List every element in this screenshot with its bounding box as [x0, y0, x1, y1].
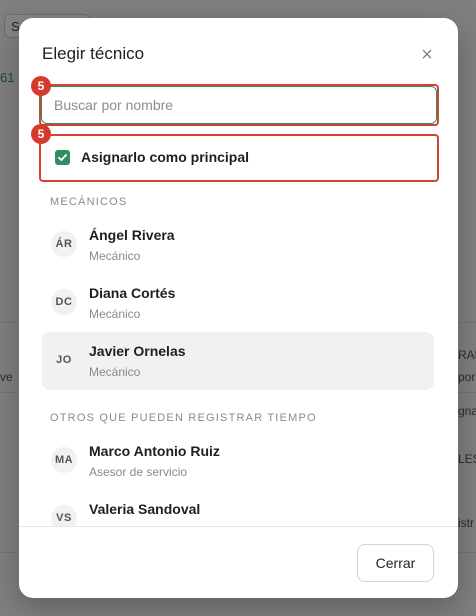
search-field-wrapper	[41, 86, 437, 124]
search-input[interactable]	[41, 86, 437, 124]
avatar: JO	[51, 347, 77, 373]
technician-row[interactable]: ÁR Ángel Rivera Mecánico	[42, 216, 434, 274]
close-icon[interactable]: ×	[414, 42, 440, 68]
principal-checkbox[interactable]	[55, 149, 70, 165]
avatar: MA	[51, 447, 77, 473]
technician-row[interactable]: DC Diana Cortés Mecánico	[42, 274, 434, 332]
footer-divider	[19, 526, 458, 527]
principal-checkbox-label: Asignarlo como principal	[81, 149, 250, 165]
technician-list: MECÁNICOS ÁR Ángel Rivera Mecánico DC Di…	[19, 186, 458, 526]
technician-role: Mecánico	[89, 249, 141, 263]
step-badge: 5	[31, 76, 51, 96]
technician-row-selected[interactable]: JO Javier Ornelas Mecánico	[42, 332, 434, 390]
technician-picker-modal: Elegir técnico × 5 Asignarlo como princi…	[19, 18, 458, 598]
technician-row[interactable]: MA Marco Antonio Ruiz Asesor de servicio	[42, 432, 434, 490]
technician-role: Mecánico	[89, 365, 141, 379]
modal-header: Elegir técnico ×	[19, 18, 458, 88]
modal-title: Elegir técnico	[42, 44, 145, 63]
avatar: DC	[51, 289, 77, 315]
technician-name: Ángel Rivera	[89, 227, 175, 243]
technician-name: Diana Cortés	[89, 285, 176, 301]
step-badge: 5	[31, 124, 51, 144]
technician-role: Asesor de servicio	[89, 465, 188, 479]
check-icon	[58, 153, 67, 161]
section-label-otros: OTROS QUE PUEDEN REGISTRAR TIEMPO	[50, 412, 317, 424]
technician-role: Mecánico	[89, 307, 141, 321]
technician-name: Javier Ornelas	[89, 343, 186, 359]
close-button[interactable]: Cerrar	[357, 544, 434, 582]
section-label-mecanicos: MECÁNICOS	[50, 196, 128, 208]
technician-row[interactable]: VS Valeria Sandoval	[42, 490, 434, 526]
principal-checkbox-row[interactable]: Asignarlo como principal	[41, 136, 437, 178]
technician-name: Valeria Sandoval	[89, 501, 201, 517]
avatar: VS	[51, 505, 77, 526]
avatar: ÁR	[51, 231, 77, 257]
technician-name: Marco Antonio Ruiz	[89, 443, 220, 459]
